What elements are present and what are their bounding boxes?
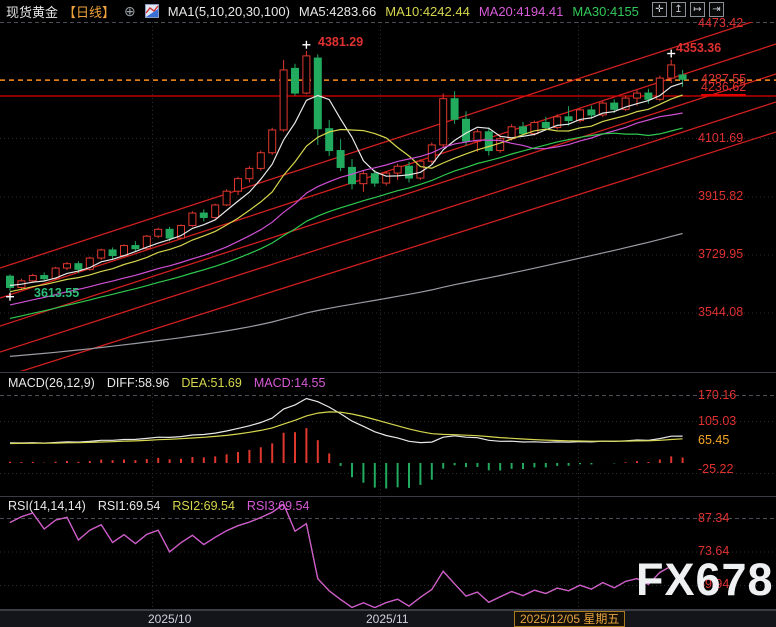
rsi-plot [10, 504, 683, 607]
candle [679, 75, 686, 79]
candle [223, 191, 230, 205]
move-icon[interactable]: ✛ [652, 2, 667, 17]
macd-axis-label: 105.03 [698, 414, 736, 428]
candle [463, 119, 470, 141]
rsi-axis-label: 87.34 [698, 511, 729, 525]
candle [406, 166, 413, 178]
candle [349, 167, 356, 183]
candle [383, 173, 390, 183]
candle [451, 99, 458, 120]
y-axis-label: 4101.69 [698, 131, 743, 145]
symbol-name: 现货黄金 [6, 2, 58, 21]
candle [360, 174, 367, 184]
candle [98, 250, 105, 258]
candle [212, 205, 219, 218]
gridlines [0, 22, 776, 610]
time-axis: 2025/10 2025/11 2025/12/05 星期五 [0, 610, 776, 627]
ma10-value: MA10:4242.44 [385, 4, 470, 19]
macd-current-label: 65.45 [698, 433, 729, 447]
ma20-value: MA20:4194.41 [479, 4, 564, 19]
candle [440, 99, 447, 145]
y-axis-label: 3544.08 [698, 305, 743, 319]
candle [303, 56, 310, 93]
rsi3-value: RSI3:69.54 [247, 499, 310, 513]
candle [314, 58, 321, 129]
pan-right-icon[interactable]: ↦ [690, 2, 705, 17]
rsi2-value: RSI2:69.54 [172, 499, 235, 513]
y-axis-label: 3729.95 [698, 247, 743, 261]
macd-axis-label: -25.22 [698, 462, 733, 476]
macd-axis-label: 170.16 [698, 388, 736, 402]
candle [64, 264, 71, 268]
macd-dea-value: DEA:51.69 [181, 376, 241, 390]
macd-header: MACD(26,12,9) DIFF:58.96 DEA:51.69 MACD:… [8, 376, 325, 390]
chart-toolbar: ✛ ↥ ↦ ⇥ [652, 2, 724, 17]
candle [292, 68, 299, 93]
candle [645, 93, 652, 99]
recent-high-label: 4353.36 [676, 41, 721, 55]
trend-lines [0, 14, 776, 378]
y-axis-label: 4473.42 [698, 16, 743, 30]
chart-header: 现货黄金 【日线】 ⊕ MA1(5,10,20,30,100) MA5:4283… [6, 2, 639, 20]
y-axis-label: 3915.82 [698, 189, 743, 203]
candle [634, 93, 641, 98]
auto-scale-icon[interactable]: ↥ [671, 2, 686, 17]
candle [235, 179, 242, 192]
candle [121, 246, 128, 256]
candle [269, 130, 276, 153]
rsi-header: RSI(14,14,14) RSI1:69.54 RSI2:69.54 RSI3… [8, 499, 309, 513]
ma-lines [10, 83, 683, 357]
timeframe-label: 【日线】 [63, 2, 115, 21]
candle [542, 122, 549, 127]
time-axis-label: 2025/11 [366, 612, 409, 626]
peak-price-label: 4381.29 [318, 35, 363, 49]
candle [109, 250, 116, 256]
fx678-watermark: FX678 [636, 554, 774, 606]
go-to-latest-icon[interactable]: ⇥ [709, 2, 724, 17]
chart-window: 现货黄金 【日线】 ⊕ MA1(5,10,20,30,100) MA5:4283… [0, 0, 776, 627]
candle [394, 166, 401, 173]
latest-date-label: 2025/12/05 星期五 [514, 611, 625, 627]
ma30-value: MA30:4155 [572, 4, 639, 19]
macd-title: MACD(26,12,9) [8, 376, 95, 390]
candle [280, 70, 287, 130]
expand-icon[interactable]: ⊕ [124, 4, 136, 18]
macd-macd-value: MACD:14.55 [254, 376, 326, 390]
low-price-label: 3613.55 [34, 286, 79, 300]
candle [29, 276, 36, 281]
macd-diff-value: DIFF:58.96 [107, 376, 170, 390]
macd-plot [10, 399, 683, 489]
candle [588, 110, 595, 115]
candle [520, 127, 527, 134]
rsi-title: RSI(14,14,14) [8, 499, 86, 513]
candle [246, 168, 253, 178]
price-chart-canvas[interactable] [0, 0, 776, 627]
time-axis-label: 2025/10 [148, 612, 191, 626]
candle [371, 174, 378, 183]
candle [337, 151, 344, 168]
candle [200, 213, 207, 217]
indicator-chart-icon[interactable] [145, 4, 159, 18]
rsi1-value: RSI1:69.54 [98, 499, 161, 513]
level-price-label: 4236.62 [701, 80, 746, 96]
ma5-value: MA5:4283.66 [299, 4, 376, 19]
candle [132, 246, 139, 249]
candle [189, 213, 196, 226]
ma-settings-label: MA1(5,10,20,30,100) [168, 4, 290, 19]
candle [166, 229, 173, 238]
candle [668, 65, 675, 78]
candle [257, 153, 264, 169]
candle [565, 117, 572, 121]
candle [155, 229, 162, 236]
candle [75, 264, 82, 270]
candle [41, 276, 48, 279]
candle [611, 103, 618, 109]
